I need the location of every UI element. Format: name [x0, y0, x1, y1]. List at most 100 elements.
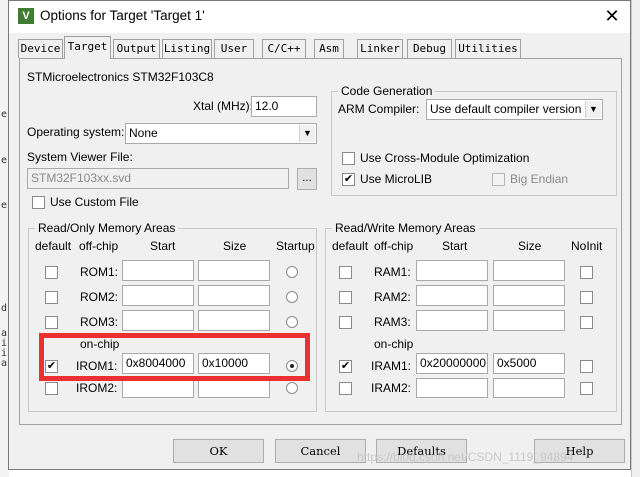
rom3-default-checkbox[interactable] [45, 316, 58, 329]
rom3-size-input[interactable] [198, 310, 270, 331]
microlib-checkbox[interactable]: ✔ [342, 173, 355, 186]
col-header-off-chip: off-chip [79, 239, 119, 253]
arm-compiler-select[interactable]: Use default compiler version ▼ [426, 99, 603, 120]
keil-v-icon: V [18, 8, 34, 24]
ok-button[interactable]: OK [173, 439, 264, 463]
ram3-start-input[interactable] [416, 310, 488, 331]
irom2-default-checkbox[interactable] [45, 382, 58, 395]
read-only-memory-group: Read/Only Memory Areas default off-chip … [28, 221, 317, 412]
on-chip-label: on-chip [374, 337, 414, 351]
rom1-default-checkbox[interactable] [45, 266, 58, 279]
chevron-down-icon: ▼ [585, 101, 601, 118]
system-viewer-label: System Viewer File: [27, 150, 133, 164]
col-header-startup: Startup [276, 239, 315, 253]
device-name: STMicroelectronics STM32F103C8 [27, 70, 214, 84]
operating-system-select[interactable]: None ▼ [125, 123, 317, 144]
ram1-size-input[interactable] [493, 260, 565, 281]
tab-listing[interactable]: Listing [162, 39, 212, 58]
read-write-memory-title: Read/Write Memory Areas [332, 221, 479, 235]
editor-text-fragment: d [1, 303, 8, 314]
ram2-noinit-checkbox[interactable] [580, 291, 593, 304]
code-generation-title: Code Generation [338, 84, 436, 98]
irom2-startup-radio[interactable] [286, 382, 298, 394]
ram1-noinit-checkbox[interactable] [580, 266, 593, 279]
rom1-size-input[interactable] [198, 260, 270, 281]
iram2-start-input[interactable] [416, 378, 488, 398]
iram2-default-checkbox[interactable] [339, 382, 352, 395]
tab-c-cpp[interactable]: C/C++ [262, 39, 306, 58]
rom2-size-input[interactable] [198, 285, 270, 306]
xtal-input[interactable]: 12.0 [251, 96, 317, 117]
read-write-memory-group: Read/Write Memory Areas default off-chip… [325, 221, 617, 412]
close-button[interactable]: ✕ [601, 5, 623, 27]
col-header-size: Size [518, 239, 542, 253]
big-endian-label: Big Endian [510, 172, 569, 186]
tab-device[interactable]: Device [18, 39, 63, 58]
editor-text-fragment: e [1, 109, 8, 120]
rom1-startup-radio[interactable] [286, 266, 298, 278]
ram2-size-input[interactable] [493, 285, 565, 306]
xtal-label: Xtal (MHz): [193, 99, 253, 113]
window-title: Options for Target 'Target 1' [40, 8, 205, 23]
editor-text-fragment: a [1, 358, 8, 369]
col-header-size: Size [223, 239, 247, 253]
red-highlight-annotation [39, 333, 310, 381]
iram2-label: IRAM2: [371, 381, 412, 395]
ram1-default-checkbox[interactable] [339, 266, 352, 279]
rom1-start-input[interactable] [122, 260, 194, 281]
use-custom-file-checkbox[interactable] [32, 196, 45, 209]
code-generation-group: Code Generation ARM Compiler: Use defaul… [331, 84, 617, 196]
iram1-start-input[interactable]: 0x20000000 [416, 353, 488, 374]
col-header-start: Start [442, 239, 468, 253]
cross-module-checkbox[interactable] [342, 152, 355, 165]
browse-button[interactable]: ... [297, 168, 317, 190]
big-endian-checkbox[interactable] [492, 173, 505, 186]
tab-linker[interactable]: Linker [357, 39, 403, 58]
col-header-start: Start [150, 239, 176, 253]
col-header-noinit: NoInit [571, 239, 603, 253]
arm-compiler-value: Use default compiler version [430, 102, 582, 116]
chevron-down-icon: ▼ [299, 125, 315, 142]
rom2-label: ROM2: [80, 290, 119, 304]
tab-user[interactable]: User [214, 39, 254, 58]
tab-output[interactable]: Output [113, 39, 160, 58]
ram1-start-input[interactable] [416, 260, 488, 281]
irom2-start-input[interactable] [122, 378, 194, 398]
rom1-label: ROM1: [80, 265, 119, 279]
iram1-default-checkbox[interactable]: ✔ [339, 360, 352, 373]
col-header-default: default [332, 239, 369, 253]
iram2-noinit-checkbox[interactable] [580, 382, 593, 395]
tab-utilities[interactable]: Utilities [455, 39, 521, 58]
editor-text-fragment: e [1, 200, 8, 211]
rom3-start-input[interactable] [122, 310, 194, 331]
iram2-size-input[interactable] [493, 378, 565, 398]
ram3-default-checkbox[interactable] [339, 316, 352, 329]
use-custom-file-label: Use Custom File [50, 195, 139, 209]
rom2-default-checkbox[interactable] [45, 291, 58, 304]
read-only-memory-title: Read/Only Memory Areas [35, 221, 179, 235]
ram1-label: RAM1: [374, 265, 411, 279]
tab-target[interactable]: Target [64, 36, 111, 59]
iram1-size-input[interactable]: 0x5000 [493, 353, 565, 374]
ram3-noinit-checkbox[interactable] [580, 316, 593, 329]
watermark-text: https://blog.csdn.net/CSDN_1119_94894 [357, 450, 574, 464]
tab-debug[interactable]: Debug [407, 39, 452, 58]
options-dialog: V Options for Target 'Target 1' ✕ Device… [8, 0, 631, 470]
ram2-start-input[interactable] [416, 285, 488, 306]
title-bar[interactable]: V Options for Target 'Target 1' ✕ [9, 1, 630, 33]
cross-module-label: Use Cross-Module Optimization [360, 151, 530, 165]
tab-asm[interactable]: Asm [314, 39, 344, 58]
ram2-default-checkbox[interactable] [339, 291, 352, 304]
operating-system-value: None [129, 126, 158, 140]
rom3-startup-radio[interactable] [286, 316, 298, 328]
editor-text-fragment: e [1, 155, 8, 166]
rom2-start-input[interactable] [122, 285, 194, 306]
cancel-button[interactable]: Cancel [275, 439, 366, 463]
system-viewer-input[interactable]: STM32F103xx.svd [27, 168, 289, 189]
iram1-noinit-checkbox[interactable] [580, 360, 593, 373]
ram3-label: RAM3: [374, 315, 411, 329]
ram3-size-input[interactable] [493, 310, 565, 331]
irom2-size-input[interactable] [198, 378, 270, 398]
irom2-label: IROM2: [76, 381, 118, 395]
rom2-startup-radio[interactable] [286, 291, 298, 303]
